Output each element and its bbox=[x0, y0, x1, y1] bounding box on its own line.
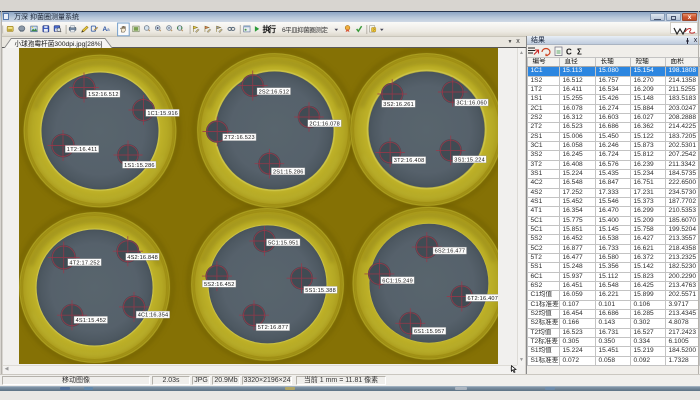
svg-text:3C1:16.060: 3C1:16.060 bbox=[456, 101, 486, 107]
svg-text:1S2:16.512: 1S2:16.512 bbox=[88, 92, 118, 98]
svg-text:4S1:15.452: 4S1:15.452 bbox=[76, 318, 106, 324]
svg-text:6S2:16.477: 6S2:16.477 bbox=[435, 249, 465, 255]
svg-text:a: a bbox=[107, 28, 110, 33]
svg-text:5C1:15.951: 5C1:15.951 bbox=[268, 241, 298, 247]
svg-text:4S2:16.848: 4S2:16.848 bbox=[127, 255, 157, 261]
svg-text:3S2:16.261: 3S2:16.261 bbox=[383, 102, 413, 108]
svg-text:6T2:16.407: 6T2:16.407 bbox=[468, 296, 498, 302]
svg-text:6S1:15.957: 6S1:15.957 bbox=[414, 329, 444, 335]
svg-text:2T2:16.523: 2T2:16.523 bbox=[224, 135, 254, 141]
svg-text:1T2:16.411: 1T2:16.411 bbox=[67, 147, 97, 153]
svg-text:C: C bbox=[566, 48, 572, 57]
svg-text:5S2:16.452: 5S2:16.452 bbox=[204, 282, 234, 288]
svg-text:5S1:15.388: 5S1:15.388 bbox=[305, 288, 335, 294]
svg-text:小球孢霉杆菌300dpi.jpg[28%]: 小球孢霉杆菌300dpi.jpg[28%] bbox=[15, 39, 103, 48]
svg-text:2S2:16.512: 2S2:16.512 bbox=[259, 89, 289, 95]
svg-text:3T2:16.408: 3T2:16.408 bbox=[394, 158, 424, 164]
svg-text:5T2:16.877: 5T2:16.877 bbox=[258, 325, 288, 331]
svg-text:4T2:17.252: 4T2:17.252 bbox=[69, 260, 99, 266]
svg-text:1S1:15.286: 1S1:15.286 bbox=[124, 163, 154, 169]
svg-text:2S1:15.286: 2S1:15.286 bbox=[273, 169, 303, 175]
svg-text:6平皿抑菌圈测定: 6平皿抑菌圈测定 bbox=[282, 25, 329, 34]
svg-text:2C1:16.078: 2C1:16.078 bbox=[309, 121, 339, 127]
svg-text:3S1:15.224: 3S1:15.224 bbox=[454, 157, 484, 163]
svg-text:?: ? bbox=[373, 27, 375, 32]
svg-text:6C1:15.249: 6C1:15.249 bbox=[382, 278, 412, 284]
svg-text:Σ: Σ bbox=[577, 48, 582, 57]
svg-text:1C1:15.916: 1C1:15.916 bbox=[147, 111, 177, 117]
svg-text:4C1:16.354: 4C1:16.354 bbox=[138, 313, 168, 319]
svg-text:执行: 执行 bbox=[263, 24, 277, 34]
